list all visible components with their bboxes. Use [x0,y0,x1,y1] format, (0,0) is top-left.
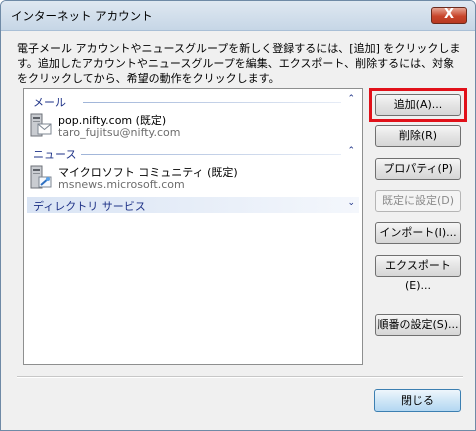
news-server-icon [30,165,52,189]
collapse-chevron-icon[interactable]: ⌃ [347,94,355,104]
set-default-button[interactable]: 既定に設定(D) [375,190,461,212]
group-header-mail[interactable]: メール ⌃ [27,93,359,109]
account-item-mail[interactable]: pop.nifty.com (既定) taro_fujitsu@nifty.co… [28,111,358,143]
expand-chevron-icon[interactable]: ⌄ [347,198,355,208]
collapse-chevron-icon[interactable]: ⌃ [347,146,355,156]
news-account-server: msnews.microsoft.com [58,178,185,191]
mail-account-icon [30,113,52,137]
group-label-mail: メール [33,96,66,109]
remove-button[interactable]: 削除(R) [375,125,461,147]
window-close-button[interactable]: X [431,7,467,24]
mail-account-address: taro_fujitsu@nifty.com [58,126,181,139]
group-divider-line [81,154,341,155]
group-label-directory: ディレクトリ サービス [33,200,146,213]
group-divider-line [83,102,341,103]
close-button[interactable]: 閉じる [374,389,461,412]
properties-button[interactable]: プロパティ(P) [375,158,461,180]
set-order-button[interactable]: 順番の設定(S)... [375,314,461,336]
internet-accounts-dialog: インターネット アカウント X 電子メール アカウントやニュースグループを新しく… [0,0,476,431]
accounts-list[interactable]: メール ⌃ pop.nifty.com (既定) taro_fujitsu@ni… [23,88,363,365]
account-item-news[interactable]: マイクロソフト コミュニティ (既定) msnews.microsoft.com [28,163,358,195]
title-bar: インターネット アカウント X [1,1,475,31]
export-button[interactable]: エクスポート(E)... [375,255,461,292]
group-label-news: ニュース [33,148,77,161]
group-header-news[interactable]: ニュース ⌃ [27,145,359,161]
window-title: インターネット アカウント [11,9,153,23]
footer-separator [17,376,463,378]
add-button[interactable]: 追加(A)... [375,94,461,116]
close-icon: X [443,7,455,22]
group-header-directory[interactable]: ディレクトリ サービス ⌄ [27,197,359,213]
instruction-text: 電子メール アカウントやニュースグループを新しく登録するには、[追加] をクリッ… [17,42,461,85]
import-button[interactable]: インポート(I)... [375,222,461,244]
